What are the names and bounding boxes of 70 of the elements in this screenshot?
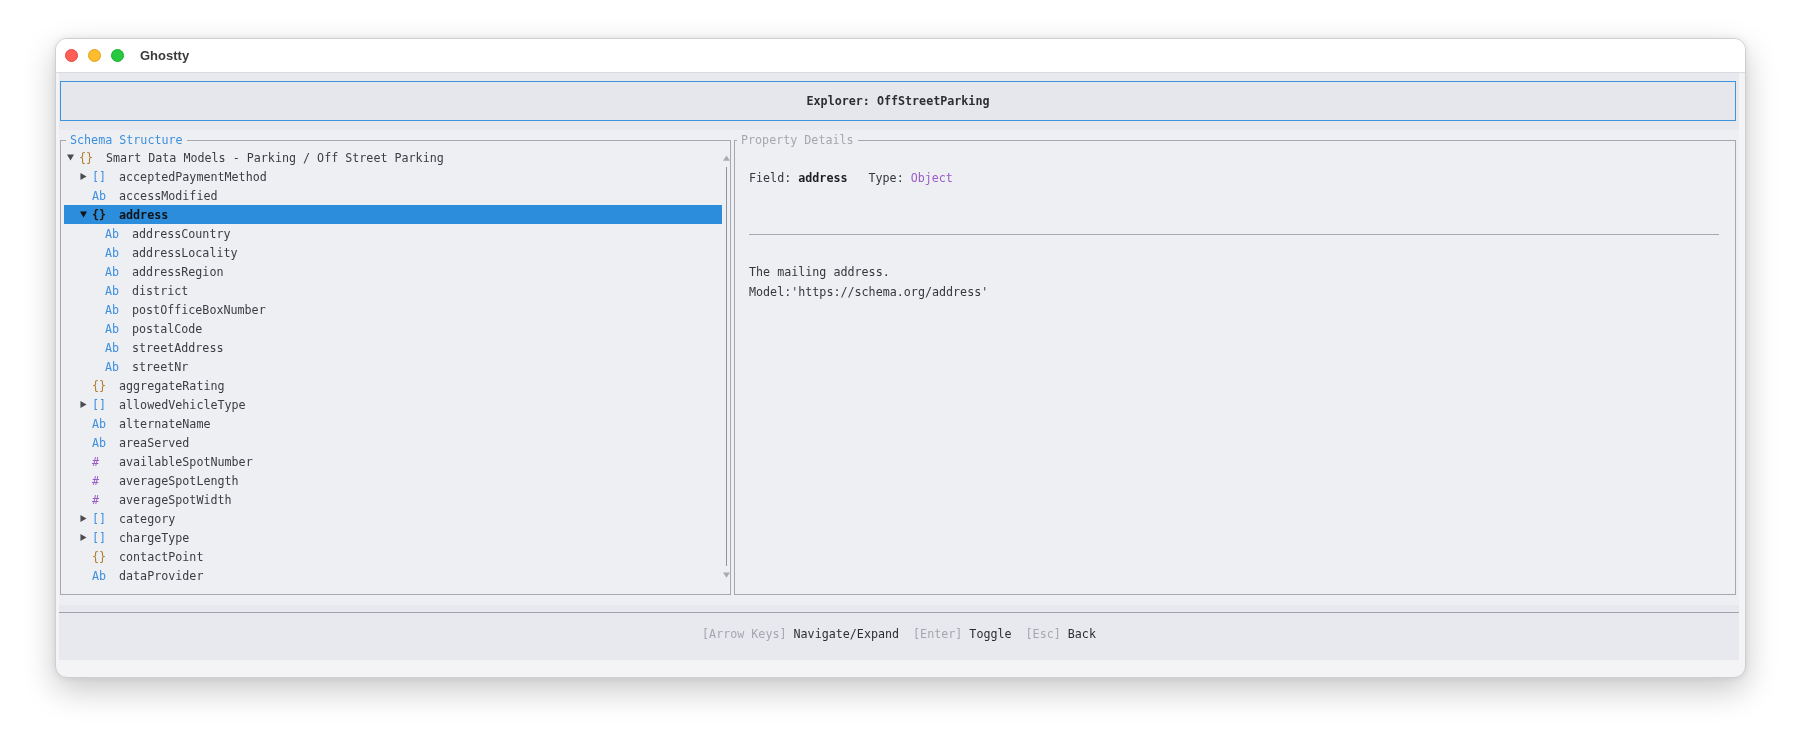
- tree-item[interactable]: # averageSpotLength: [64, 471, 722, 490]
- field-label: Field:: [749, 171, 792, 185]
- caret-right-icon[interactable]: [80, 173, 87, 180]
- type-marker: []: [92, 530, 107, 545]
- type-marker: []: [92, 397, 107, 412]
- caret-right-icon[interactable]: [80, 401, 87, 408]
- tree-item[interactable]: Ab areaServed: [64, 433, 722, 452]
- tree-item[interactable]: Ab alternateName: [64, 414, 722, 433]
- explorer-header: Explorer: OffStreetParking: [60, 81, 1736, 121]
- tree-item[interactable]: # averageSpotWidth: [64, 490, 722, 509]
- tree-item[interactable]: {} Smart Data Models - Parking / Off Street Parking: [64, 148, 722, 167]
- key-hint: [Esc]: [1025, 626, 1061, 641]
- type-marker: Ab: [92, 188, 107, 203]
- caret-down-icon[interactable]: [80, 211, 87, 218]
- type-marker: Ab: [92, 568, 107, 583]
- close-button[interactable]: [65, 49, 78, 62]
- type-value: Object: [910, 171, 953, 185]
- type-marker: Ab: [105, 226, 120, 241]
- tree-item[interactable]: Ab streetAddress: [64, 338, 722, 357]
- tree-item[interactable]: Ab addressLocality: [64, 243, 722, 262]
- type-marker: Ab: [105, 359, 120, 374]
- key-hint: [Enter]: [913, 626, 963, 641]
- tree-item[interactable]: Ab postalCode: [64, 319, 722, 338]
- tree-item[interactable]: [] chargeType: [64, 528, 722, 547]
- window-title: Ghostty: [140, 48, 190, 63]
- tree-item[interactable]: Ab accessModified: [64, 186, 722, 205]
- tree-item[interactable]: # availableSpotNumber: [64, 452, 722, 471]
- panel-title: Schema Structure: [69, 132, 184, 148]
- type-marker: #: [92, 492, 100, 507]
- type-marker: #: [92, 473, 100, 488]
- type-marker: Ab: [105, 264, 120, 279]
- caret-right-icon[interactable]: [80, 515, 87, 522]
- type-marker: Ab: [105, 321, 120, 336]
- tree-item[interactable]: [] allowedVehicleType: [64, 395, 722, 414]
- tree-item[interactable]: Ab district: [64, 281, 722, 300]
- key-hint: [Arrow Keys]: [702, 626, 787, 641]
- type-marker: []: [92, 169, 107, 184]
- hint-action: Back: [1067, 626, 1096, 641]
- type-marker: {}: [92, 378, 107, 393]
- tree-item[interactable]: [] category: [64, 509, 722, 528]
- hint-action: Toggle: [969, 626, 1012, 641]
- caret-right-icon[interactable]: [80, 534, 87, 541]
- zoom-button[interactable]: [111, 49, 124, 62]
- type-marker: Ab: [92, 416, 107, 431]
- type-marker: {}: [79, 150, 94, 165]
- type-marker: Ab: [105, 302, 120, 317]
- type-marker: Ab: [105, 340, 120, 355]
- tree-item[interactable]: Ab dataProvider: [64, 566, 722, 585]
- field-value: address: [798, 171, 848, 185]
- tree-item[interactable]: Ab addressCountry: [64, 224, 722, 243]
- type-marker: Ab: [105, 283, 120, 298]
- type-marker: Ab: [105, 245, 120, 260]
- tree-item[interactable]: {} aggregateRating: [64, 376, 722, 395]
- panel-title: Property Details: [740, 132, 855, 148]
- type-marker: {}: [92, 207, 107, 222]
- tree-item[interactable]: Ab addressRegion: [64, 262, 722, 281]
- type-marker: {}: [92, 549, 107, 564]
- tree-item[interactable]: [] acceptedPaymentMethod: [64, 167, 722, 186]
- tree-item[interactable]: {} address: [64, 205, 722, 224]
- tree-item[interactable]: Ab postOfficeBoxNumber: [64, 300, 722, 319]
- hint-action: Navigate/Expand: [793, 626, 900, 641]
- type-marker: []: [92, 511, 107, 526]
- type-label: Type:: [868, 171, 904, 185]
- scrollbar-track[interactable]: [725, 167, 727, 566]
- description-text: The mailing address. Model:'https://schema.org/address': [749, 264, 990, 301]
- tree-item[interactable]: Ab streetNr: [64, 357, 722, 376]
- type-marker: #: [92, 454, 100, 469]
- type-marker: Ab: [92, 435, 107, 450]
- caret-down-icon[interactable]: [67, 154, 74, 161]
- tree-item[interactable]: {} contactPoint: [64, 547, 722, 566]
